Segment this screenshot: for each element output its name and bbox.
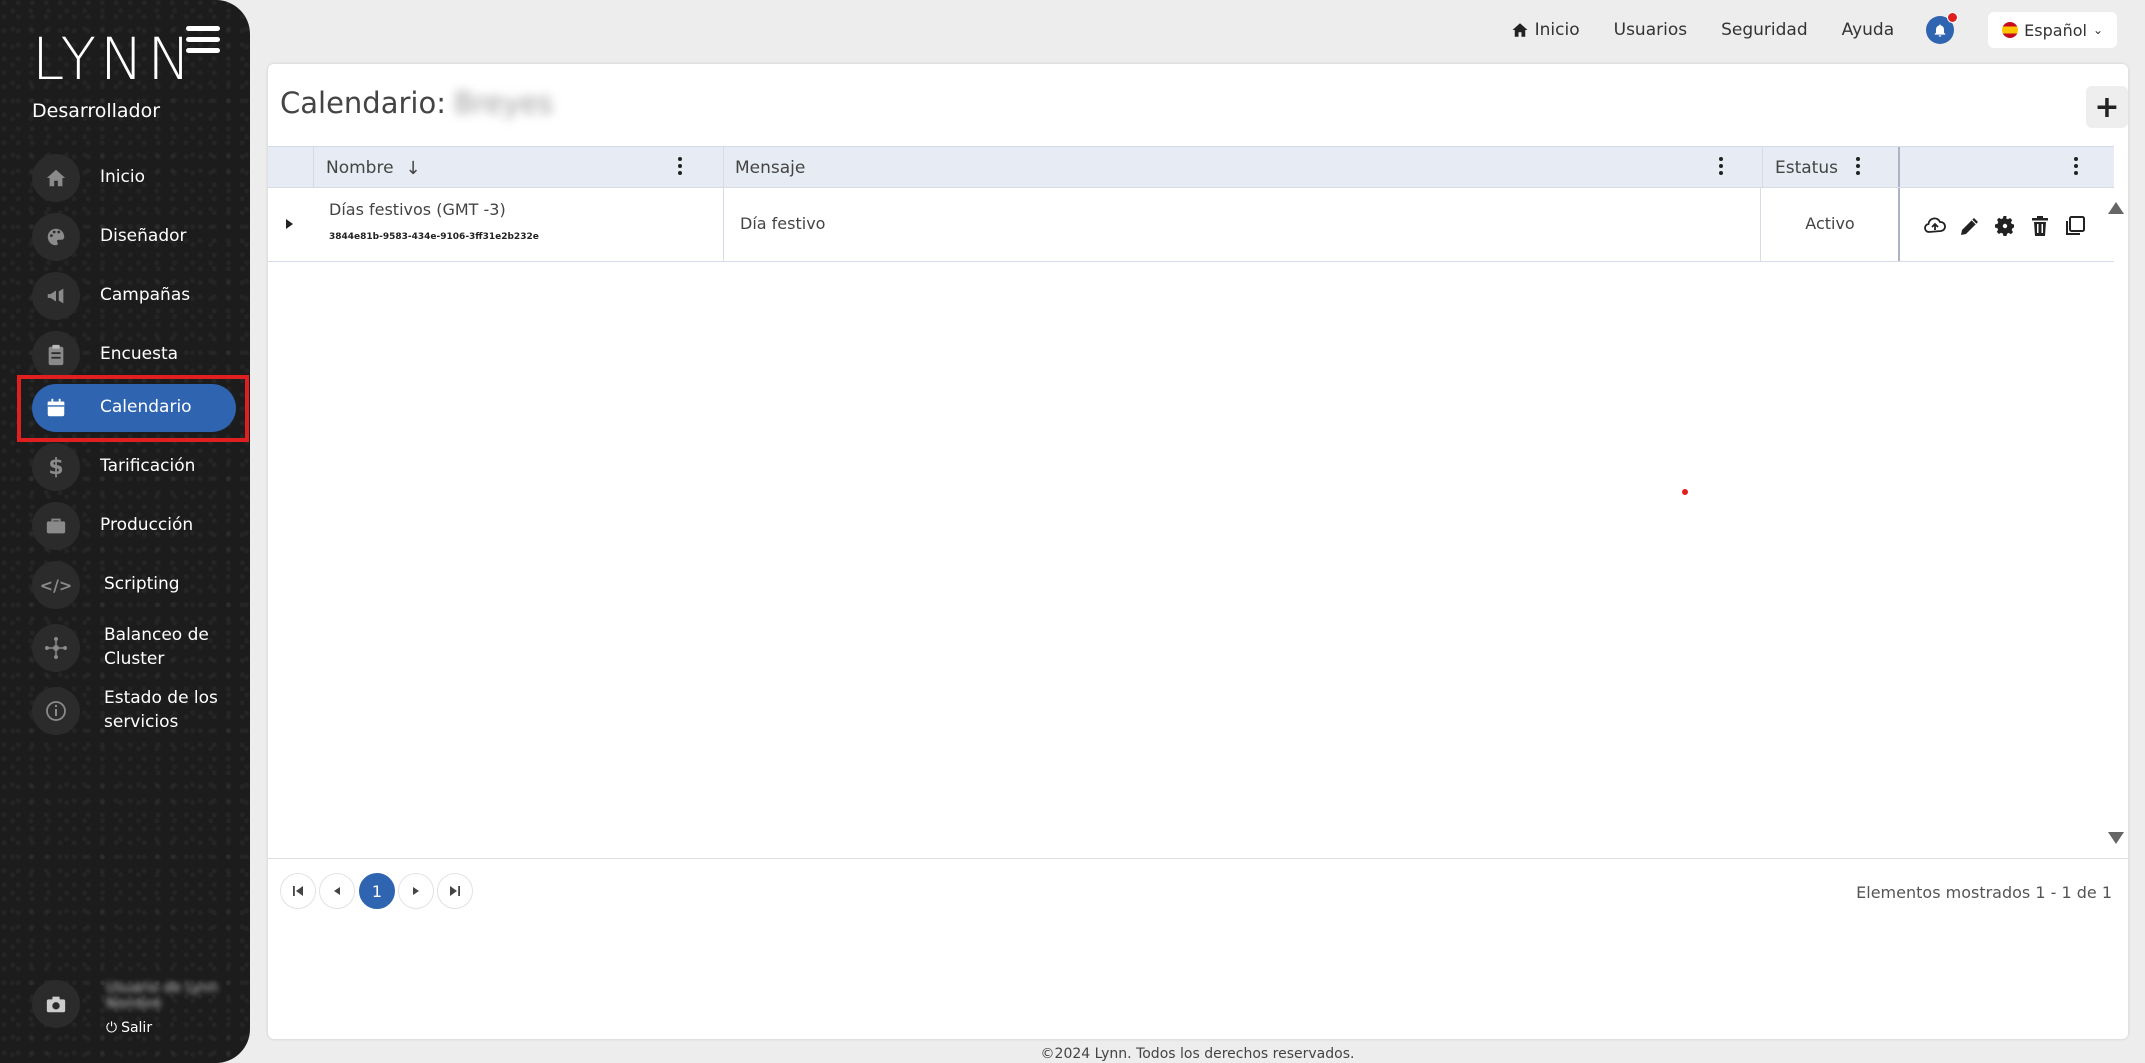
grid-header: Nombre ↓ Mensaje Estatus bbox=[268, 146, 2114, 188]
user-area: Usuario de Lynn Nombre ⏻ Salir bbox=[32, 980, 242, 1040]
sidebar-item-label: Producción bbox=[100, 515, 194, 536]
column-menu-icon[interactable] bbox=[1719, 157, 1723, 178]
sidebar-item-scripting[interactable]: </> Scripting bbox=[32, 561, 236, 609]
first-page-icon bbox=[293, 886, 303, 896]
next-page-button[interactable] bbox=[398, 873, 434, 909]
palette-icon bbox=[32, 213, 80, 261]
sidebar-item-label: Campañas bbox=[100, 285, 191, 306]
column-header-mensaje[interactable]: Mensaje bbox=[735, 147, 805, 189]
top-nav: Inicio Usuarios Seguridad Ayuda Español … bbox=[1477, 10, 2117, 50]
sidebar-item-label: Balanceo de Cluster bbox=[104, 625, 209, 669]
pagination-info: Elementos mostrados 1 - 1 de 1 bbox=[1856, 883, 2112, 902]
logout-label: Salir bbox=[121, 1020, 153, 1036]
lynn-logo: LYNN bbox=[32, 25, 195, 93]
sidebar-item-disenador[interactable]: Diseñador bbox=[32, 213, 236, 261]
calendar-grid: Nombre ↓ Mensaje Estatus Días festivos (… bbox=[268, 146, 2114, 262]
page-title: Calendario: Breyes bbox=[280, 86, 553, 120]
page-title-text: Calendario: bbox=[280, 86, 446, 120]
megaphone-icon bbox=[32, 272, 80, 320]
home-icon bbox=[32, 154, 80, 202]
trash-icon[interactable] bbox=[2028, 214, 2052, 238]
top-link-usuarios[interactable]: Usuarios bbox=[1614, 20, 1687, 40]
briefcase-icon bbox=[32, 502, 80, 550]
scroll-down-arrow[interactable] bbox=[2108, 832, 2124, 844]
menu-toggle-icon[interactable] bbox=[186, 26, 220, 58]
sidebar-item-label: Tarificación bbox=[100, 456, 196, 477]
first-page-button[interactable] bbox=[280, 873, 316, 909]
last-page-icon bbox=[450, 886, 460, 896]
top-link-ayuda[interactable]: Ayuda bbox=[1842, 20, 1895, 40]
footer-copyright: ©2024 Lynn. Todos los derechos reservado… bbox=[1040, 1046, 1355, 1062]
user-name: Usuario de Lynn Nombre bbox=[106, 980, 219, 1012]
selection-highlight bbox=[17, 375, 249, 442]
sidebar-item-encuesta[interactable]: Encuesta bbox=[32, 331, 236, 379]
sidebar-item-tarificacion[interactable]: $ Tarificación bbox=[32, 443, 236, 491]
top-link-inicio[interactable]: Inicio bbox=[1511, 20, 1580, 40]
actions-menu-icon[interactable] bbox=[2074, 157, 2078, 178]
home-icon bbox=[1512, 23, 1528, 37]
sidebar-item-label: Diseñador bbox=[100, 226, 187, 247]
page-button-current[interactable]: 1 bbox=[359, 873, 395, 909]
logout-link[interactable]: ⏻ Salir bbox=[106, 1020, 152, 1036]
page-title-suffix: Breyes bbox=[453, 86, 554, 120]
last-page-button[interactable] bbox=[437, 873, 473, 909]
settings-gear-icon[interactable] bbox=[1993, 214, 2017, 238]
calendar-card: Calendario: Breyes + Nombre ↓ Mensaje Est… bbox=[268, 64, 2128, 1039]
column-header-nombre[interactable]: Nombre ↓ bbox=[326, 147, 421, 189]
cursor-marker bbox=[1682, 489, 1688, 495]
language-select[interactable]: Español ⌄ bbox=[1988, 12, 2117, 48]
spain-flag-icon bbox=[2002, 22, 2019, 38]
sidebar-item-produccion[interactable]: Producción bbox=[32, 502, 236, 550]
column-label: Nombre bbox=[326, 158, 394, 178]
calendar-status: Activo bbox=[1805, 214, 1855, 233]
sidebar-item-label: Encuesta bbox=[100, 344, 179, 365]
table-row[interactable]: Días festivos (GMT -3) 3844e81b-9583-434… bbox=[268, 188, 2114, 262]
sidebar-item-label: Inicio bbox=[100, 167, 145, 188]
notification-badge bbox=[1947, 12, 1959, 23]
info-icon bbox=[32, 687, 80, 735]
calendar-id: 3844e81b-9583-434e-9106-3ff31e2b232e bbox=[329, 232, 539, 242]
expand-row-icon[interactable] bbox=[286, 219, 293, 229]
upload-cloud-icon[interactable] bbox=[1923, 214, 1947, 238]
sidebar-item-estado-servicios[interactable]: Estado de los servicios bbox=[32, 685, 236, 737]
previous-page-button[interactable] bbox=[319, 873, 355, 909]
sidebar: LYNN Desarrollador Inicio Diseñador Camp… bbox=[0, 0, 250, 1063]
sidebar-item-campanas[interactable]: Campañas bbox=[32, 272, 236, 320]
code-icon: </> bbox=[32, 561, 80, 609]
sidebar-item-balanceo[interactable]: Balanceo de Cluster bbox=[32, 622, 236, 674]
calendar-name: Días festivos (GMT -3) bbox=[329, 200, 506, 219]
dollar-icon: $ bbox=[32, 443, 80, 491]
language-label: Español bbox=[2024, 20, 2087, 40]
pagination: 1 Elementos mostrados 1 - 1 de 1 bbox=[268, 858, 2128, 918]
sidebar-item-label: Scripting bbox=[104, 574, 180, 595]
duplicate-icon[interactable] bbox=[2063, 214, 2087, 238]
column-label: Estatus bbox=[1775, 158, 1838, 178]
sidebar-item-inicio[interactable]: Inicio bbox=[32, 154, 236, 202]
top-link-seguridad[interactable]: Seguridad bbox=[1721, 20, 1808, 40]
notifications-bell-icon[interactable] bbox=[1926, 12, 1959, 44]
add-calendar-button[interactable]: + bbox=[2086, 86, 2128, 128]
column-header-estatus[interactable]: Estatus bbox=[1775, 147, 1838, 189]
previous-page-icon bbox=[334, 887, 340, 895]
sort-down-icon[interactable]: ↓ bbox=[406, 158, 421, 179]
clipboard-icon bbox=[32, 331, 80, 379]
sidebar-item-label: Estado de los servicios bbox=[104, 688, 218, 732]
calendar-message: Día festivo bbox=[740, 214, 826, 233]
user-role: Desarrollador bbox=[32, 100, 161, 122]
scroll-up-arrow[interactable] bbox=[2108, 202, 2124, 214]
column-label: Mensaje bbox=[735, 158, 806, 178]
column-menu-icon[interactable] bbox=[1856, 157, 1860, 178]
camera-icon[interactable] bbox=[32, 980, 80, 1028]
next-page-icon bbox=[413, 887, 419, 895]
chevron-down-icon: ⌄ bbox=[2092, 23, 2103, 37]
top-link-label: Inicio bbox=[1534, 20, 1580, 40]
edit-pencil-icon[interactable] bbox=[1958, 214, 1982, 238]
power-icon: ⏻ bbox=[106, 1020, 118, 1036]
cluster-icon bbox=[32, 624, 80, 672]
column-menu-icon[interactable] bbox=[678, 157, 682, 178]
